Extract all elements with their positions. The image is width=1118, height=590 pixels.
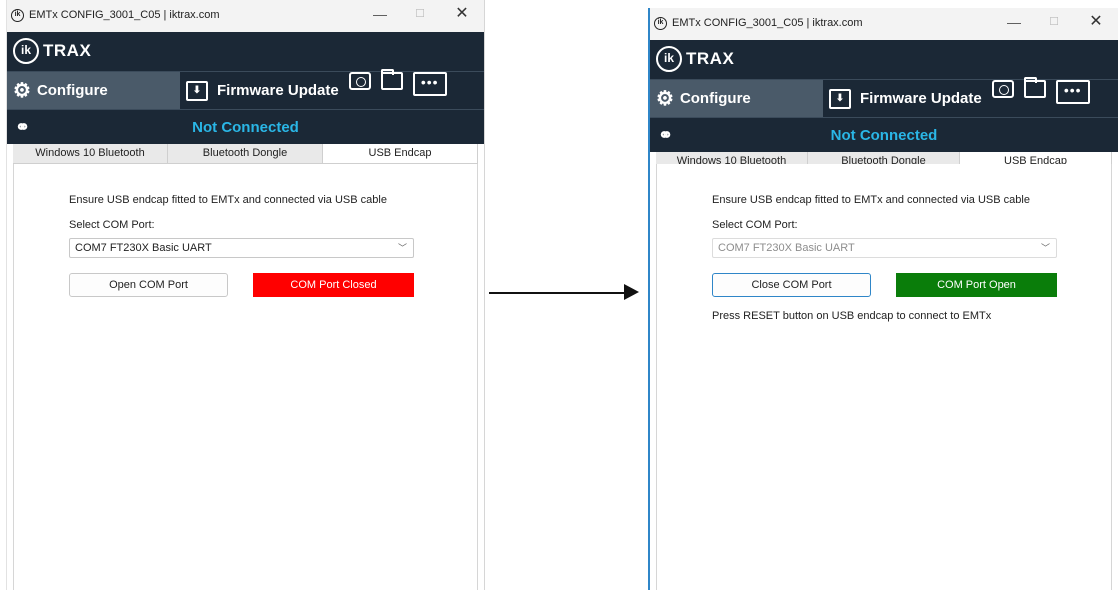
connection-status: Not Connected [830,127,938,144]
arrow-head [624,284,639,300]
tab-usb-endcap[interactable]: USB Endcap [323,144,478,163]
chevron-down-icon: ﹀ [397,243,407,253]
nav-configure-label: Configure [36,82,108,99]
ik-logo-icon: ik [656,46,682,72]
brand-name: TRAX [43,41,92,60]
brand-header: ik TRAX [7,32,484,71]
maximize-button[interactable]: ☐ [1040,12,1068,32]
nav-configure[interactable]: ⚙ Configure [7,72,180,109]
reset-instruction: Press RESET button on USB endcap to conn… [712,310,992,322]
arrow-right-icon [489,292,626,294]
firmware-chip-icon: ⬇ [186,80,208,101]
ik-logo-icon: ik [654,17,667,30]
connection-status-bar: ⚭ Not Connected [650,117,1118,152]
title-bar: ik EMTx CONFIG_3001_C05 | iktrax.com — ☐… [650,8,1118,40]
nav-bar: ⚙ Configure ⬇ Firmware Update ••• [650,77,1118,117]
com-port-label: Select COM Port: [69,219,155,231]
com-port-status: COM Port Closed [253,273,414,297]
nav-bar: ⚙ Configure ⬇ Firmware Update ••• [7,69,484,109]
nav-firmware-update[interactable]: ⬇ Firmware Update [823,80,982,117]
brand-name: TRAX [686,49,735,68]
brand-header: ik TRAX [650,40,1118,79]
connection-status-bar: ⚭ Not Connected [7,109,484,144]
gear-icon: ⚙ [656,88,674,110]
close-com-port-button[interactable]: Close COM Port [712,273,871,297]
app-window-before: ik EMTx CONFIG_3001_C05 | iktrax.com — ☐… [6,0,485,590]
camera-icon[interactable] [991,80,1014,98]
nav-configure-label: Configure [679,90,751,107]
nav-firmware-label: Firmware Update [217,82,339,99]
nav-firmware-update[interactable]: ⬇ Firmware Update [180,72,339,109]
com-port-label: Select COM Port: [712,219,798,231]
minimize-button[interactable]: — [366,4,394,24]
more-icon[interactable]: ••• [1055,80,1090,104]
maximize-button[interactable]: ☐ [406,4,434,24]
com-port-select[interactable]: COM7 FT230X Basic UART ﹀ [712,238,1057,258]
connection-status: Not Connected [192,119,299,136]
folder-icon[interactable] [1023,77,1046,98]
tab-bluetooth-dongle[interactable]: Bluetooth Dongle [168,144,323,163]
ik-logo-icon: ik [11,9,24,22]
chevron-down-icon: ﹀ [1040,243,1050,253]
more-icon[interactable]: ••• [412,72,447,96]
tab-windows-bluetooth[interactable]: Windows 10 Bluetooth [13,144,168,163]
window-title: EMTx CONFIG_3001_C05 | iktrax.com [29,9,220,21]
close-button[interactable]: ✕ [1082,12,1110,32]
connection-tabs: Windows 10 Bluetooth Bluetooth Dongle US… [13,144,478,164]
instruction-text: Ensure USB endcap fitted to EMTx and con… [69,194,387,206]
camera-icon[interactable] [348,72,371,90]
com-port-select[interactable]: COM7 FT230X Basic UART ﹀ [69,238,414,258]
gear-icon: ⚙ [13,80,31,102]
firmware-chip-icon: ⬇ [829,88,851,109]
usb-endcap-panel: Ensure USB endcap fitted to EMTx and con… [656,164,1112,590]
nav-configure[interactable]: ⚙ Configure [650,80,823,117]
instruction-text: Ensure USB endcap fitted to EMTx and con… [712,194,1030,206]
usb-endcap-panel: Ensure USB endcap fitted to EMTx and con… [13,164,478,590]
window-title: EMTx CONFIG_3001_C05 | iktrax.com [672,17,863,29]
title-bar: ik EMTx CONFIG_3001_C05 | iktrax.com — ☐… [7,0,484,32]
nav-firmware-label: Firmware Update [860,90,982,107]
minimize-button[interactable]: — [1000,12,1028,32]
app-window-after: ik EMTx CONFIG_3001_C05 | iktrax.com — ☐… [648,8,1118,590]
com-port-value: COM7 FT230X Basic UART [75,242,212,254]
close-button[interactable]: ✕ [448,4,476,24]
open-com-port-button[interactable]: Open COM Port [69,273,228,297]
com-port-status: COM Port Open [896,273,1057,297]
com-port-value: COM7 FT230X Basic UART [718,242,855,254]
folder-icon[interactable] [380,69,403,90]
ik-logo-icon: ik [13,38,39,64]
